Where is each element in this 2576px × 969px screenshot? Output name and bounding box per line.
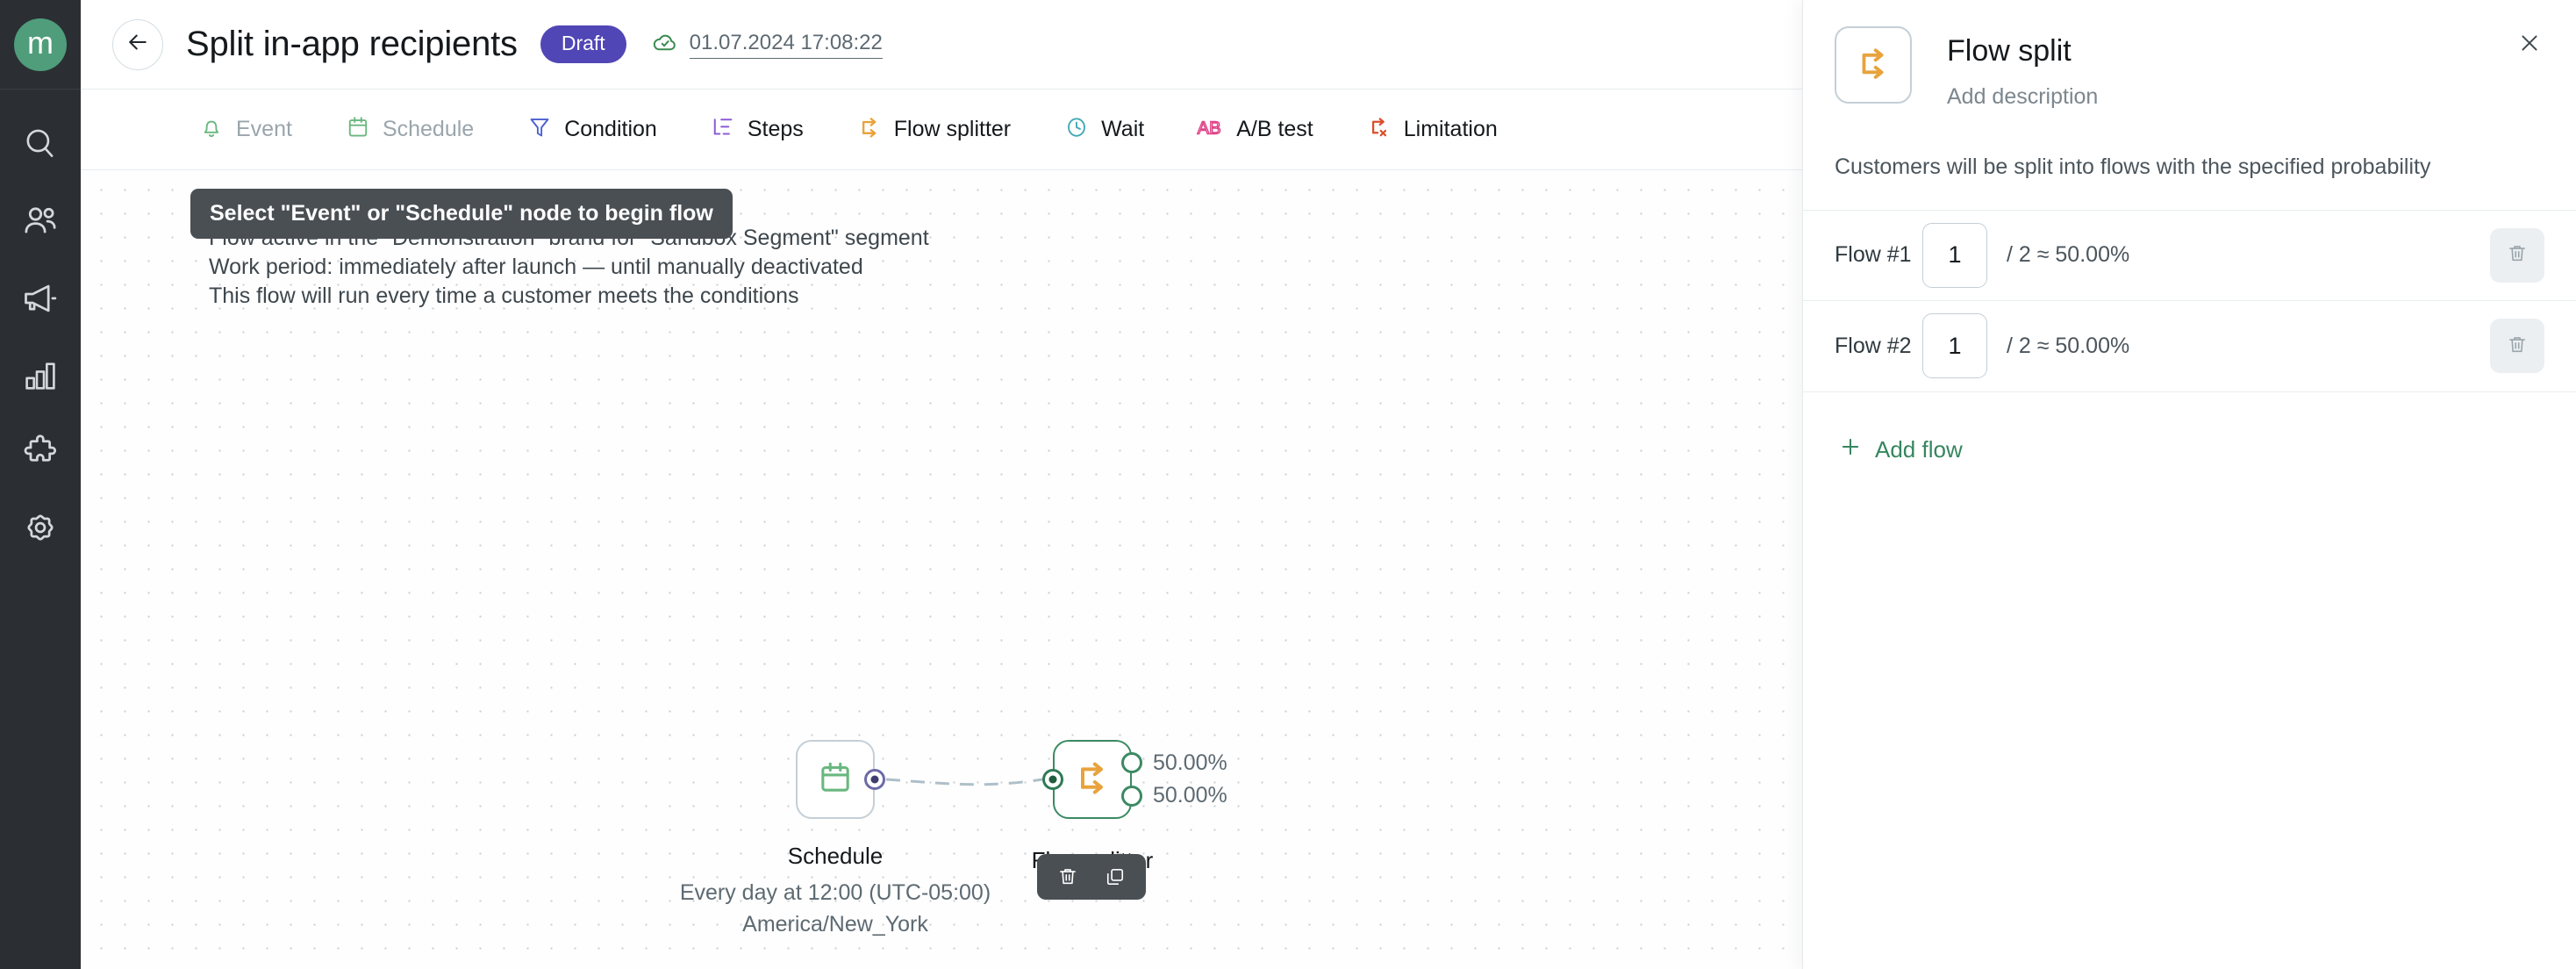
bar-chart-icon [22,357,59,394]
back-button[interactable] [112,18,163,70]
splitter-output-1-percent: 50.00% [1153,750,1227,775]
flow-row: Flow #2 / 2 ≈ 50.00% [1803,301,2576,392]
sidebar-item-settings[interactable] [0,492,81,569]
palette-item-label: Steps [747,117,804,141]
sidebar-item-search[interactable] [0,105,81,183]
last-saved-time[interactable]: 01.07.2024 17:08:22 [689,31,883,59]
app-root: m Split in-app recipients Draft 01.07.20… [0,0,2576,969]
flow-splitter-icon [856,114,883,145]
flow-row-label: Flow #2 [1835,333,1912,358]
arrow-left-icon [125,29,151,60]
canvas-note-line: Work period: immediately after launch — … [209,255,863,279]
gear-icon [21,511,60,549]
palette-item-label: Condition [564,117,657,141]
sidebar-item-integrations[interactable] [0,414,81,492]
puzzle-icon [21,434,60,472]
saved-state: 01.07.2024 17:08:22 [651,28,883,61]
logo-area: m [0,0,81,90]
node-schedule-label: Schedule [787,843,884,869]
panel-intro-text: Customers will be split into flows with … [1835,154,2431,179]
handle-splitter-output-1[interactable] [1121,752,1142,773]
panel-description-field[interactable]: Add description [1947,84,2098,110]
panel-node-icon-box [1835,26,1912,104]
cloud-check-icon [651,28,679,61]
palette-item-label: Schedule [382,117,475,141]
node-schedule-sub-line: America/New_York [742,912,928,937]
palette-item-limitation[interactable]: Limitation [1366,114,1498,145]
add-flow-label: Add flow [1875,435,1963,463]
calendar-icon [345,114,371,145]
limitation-icon [1366,114,1392,145]
search-icon [22,126,59,162]
palette-item-label: A/B test [1236,117,1313,141]
sidebar-item-analytics[interactable] [0,337,81,414]
palette-item-wait[interactable]: Wait [1063,114,1144,145]
palette-item-label: Wait [1101,117,1145,141]
app-logo[interactable]: m [14,18,67,71]
handle-splitter-output-2[interactable] [1121,786,1142,807]
status-badge: Draft [540,25,626,63]
users-icon [21,202,60,240]
flow-row-expression: / 2 ≈ 50.00% [2007,333,2130,358]
sidebar-item-campaigns[interactable] [0,260,81,337]
left-sidebar: m [0,0,81,969]
megaphone-icon [21,279,60,318]
handle-schedule-output[interactable] [864,769,885,790]
palette-item-steps[interactable]: Steps [710,114,804,145]
node-schedule-sub-line: Every day at 12:00 (UTC-05:00) [679,880,991,905]
palette-item-condition[interactable]: Condition [526,114,657,145]
flow-splitter-icon [1071,757,1113,803]
panel-header: Flow split Add description [1803,0,2576,110]
plus-icon [1838,434,1863,465]
palette-item-ab-test[interactable]: AB A/B test [1197,114,1313,145]
clock-icon [1063,114,1090,145]
duplicate-node-button[interactable] [1104,865,1127,888]
delete-flow-button[interactable] [2490,319,2544,374]
palette-item-label: Flow splitter [893,117,1012,141]
flow-row: Flow #1 / 2 ≈ 50.00% [1803,209,2576,301]
palette-item-schedule[interactable]: Schedule [345,114,474,145]
canvas-note-line: This flow will run every time a customer… [209,284,799,308]
sidebar-item-customers[interactable] [0,183,81,260]
panel-header-text: Flow split Add description [1947,26,2098,110]
steps-icon [710,114,736,145]
page-title: Split in-app recipients [186,25,518,63]
flow-splitter-icon [1853,43,1893,88]
flow-row-label: Flow #1 [1835,242,1912,268]
flow-rows-list: Flow #1 / 2 ≈ 50.00% [1803,209,2576,392]
bell-icon [198,114,225,145]
palette-item-event[interactable]: Event [198,114,292,145]
node-schedule-subtitle: Every day at 12:00 (UTC-05:00) America/N… [616,877,1055,940]
flow-weight-input[interactable] [1922,313,1987,379]
panel-title: Flow split [1947,34,2072,68]
palette-item-label: Event [236,117,292,141]
funnel-icon [526,114,553,145]
node-schedule[interactable] [796,740,875,819]
calendar-icon [815,757,855,802]
ab-test-icon: AB [1197,114,1225,145]
flow-split-settings-panel: Flow split Add description Customers wil… [1802,0,2576,969]
palette-item-flow-splitter[interactable]: Flow splitter [856,114,1011,145]
flow-weight-input[interactable] [1922,222,1987,288]
flow-row-expression: / 2 ≈ 50.00% [2007,242,2130,268]
node-flow-splitter[interactable] [1053,740,1132,819]
trash-icon [2506,334,2529,359]
delete-node-button[interactable] [1056,865,1079,888]
svg-text:AB: AB [1198,119,1221,139]
panel-close-button[interactable] [2515,30,2544,60]
sidebar-nav [0,105,81,569]
handle-splitter-input[interactable] [1042,769,1063,790]
trash-icon [2506,242,2529,268]
add-flow-button[interactable]: Add flow [1829,429,1971,470]
node-actions-toolbar [1037,854,1146,900]
splitter-output-2-percent: 50.00% [1153,783,1227,808]
canvas-tooltip: Select "Event" or "Schedule" node to beg… [190,189,733,239]
palette-item-label: Limitation [1403,117,1498,141]
delete-flow-button[interactable] [2490,227,2544,283]
close-icon [2517,31,2542,60]
